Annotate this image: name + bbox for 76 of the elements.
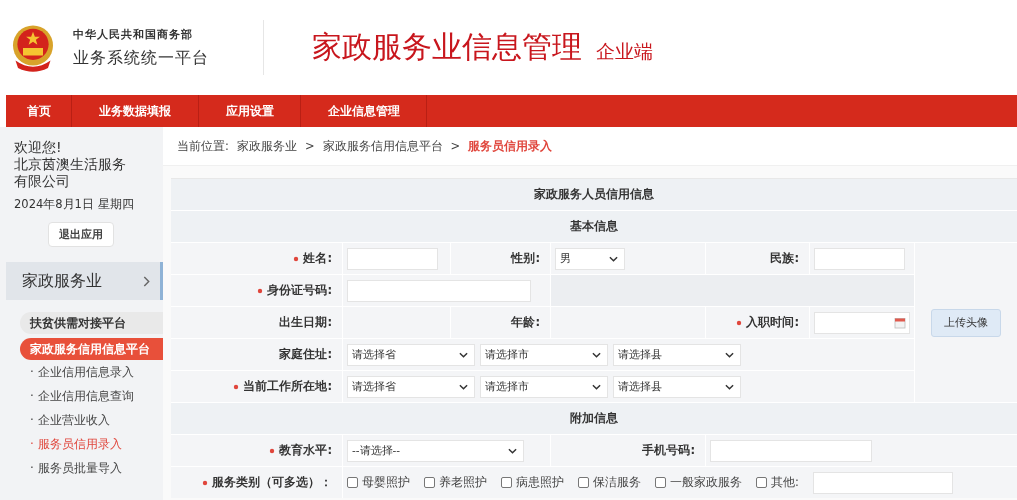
breadcrumb-label: 当前位置:	[177, 138, 229, 154]
service-checkbox[interactable]: 养老照护	[424, 475, 487, 490]
platform-name: 业务系统统一平台	[73, 47, 209, 69]
region-select[interactable]: 请选择省	[347, 375, 475, 398]
field-label: 服务类别（可多选）：	[212, 475, 332, 490]
other-input[interactable]	[812, 471, 953, 494]
chevron-down-icon	[609, 255, 618, 262]
chevron-down-icon	[459, 351, 468, 358]
region-select[interactable]: 请选择县	[613, 343, 741, 366]
region-select[interactable]: 请选择县	[613, 375, 741, 398]
region-select[interactable]: 请选择市	[480, 343, 608, 366]
field-label: 身份证号码:	[267, 283, 332, 298]
nav-item[interactable]: 企业信息管理	[301, 95, 427, 127]
gender-select[interactable]: 男	[555, 247, 625, 270]
field-label: 家庭住址:	[279, 347, 332, 362]
region-select[interactable]: 请选择省	[347, 343, 475, 366]
field-label: 年龄:	[511, 315, 540, 330]
breadcrumb-link[interactable]: 家政服务信用信息平台	[322, 138, 443, 154]
checkbox[interactable]	[578, 477, 589, 488]
region-select[interactable]: 请选择市	[480, 375, 608, 398]
chevron-down-icon	[725, 383, 734, 390]
nav-item[interactable]: 应用设置	[199, 95, 301, 127]
checkbox[interactable]	[424, 477, 435, 488]
sidebar-link[interactable]: · 企业信用信息查询	[30, 384, 163, 408]
welcome-text: 欢迎您!	[13, 139, 63, 156]
sidebar-link[interactable]: · 服务员信用录入	[30, 432, 163, 456]
breadcrumb-separator: >	[450, 139, 461, 153]
phone-input[interactable]	[710, 439, 872, 462]
sidebar-group[interactable]: 家政服务信用信息平台	[20, 338, 163, 360]
other-checkbox[interactable]: 其他:	[756, 475, 799, 490]
education-select[interactable]: --请选择--	[347, 439, 524, 462]
sidebar-group[interactable]: 扶贫供需对接平台	[20, 312, 163, 334]
calendar-icon	[894, 316, 906, 329]
field-label: 手机号码:	[642, 443, 695, 458]
field-label: 出生日期:	[279, 315, 332, 330]
field-label: 入职时间:	[746, 315, 799, 330]
breadcrumb-current: 服务员信用录入	[468, 138, 553, 154]
checkbox[interactable]	[347, 477, 358, 488]
logout-button[interactable]: 退出应用	[48, 222, 114, 247]
id-number-input[interactable]	[347, 279, 531, 302]
breadcrumb-separator: >	[304, 139, 315, 153]
service-checkbox[interactable]: 母婴照护	[347, 475, 410, 490]
field-label: 民族:	[770, 251, 799, 266]
field-label: 姓名:	[303, 251, 332, 266]
field-label: 当前工作所在地:	[243, 379, 332, 394]
sidebar-link[interactable]: · 企业营业收入	[30, 408, 163, 432]
upload-avatar-button[interactable]: 上传头像	[931, 308, 1001, 337]
section-heading: 基本信息	[171, 211, 1017, 242]
date-text: 2024年8月1日 星期四	[13, 197, 135, 212]
org-name: 中华人民共和国商务部	[73, 26, 194, 42]
system-title: 家政服务业信息管理	[312, 28, 582, 66]
name-input[interactable]	[347, 247, 438, 270]
company-name: 北京茵澳生活服务有限公司	[13, 156, 127, 190]
service-checkbox[interactable]: 保洁服务	[578, 475, 641, 490]
ethnicity-input[interactable]	[814, 247, 905, 270]
field-label: 教育水平:	[279, 443, 332, 458]
chevron-down-icon	[459, 383, 468, 390]
chevron-down-icon	[725, 351, 734, 358]
breadcrumb-link[interactable]: 家政服务业	[236, 138, 297, 154]
sidebar-section[interactable]: 家政服务业	[6, 262, 163, 300]
sidebar-link[interactable]: · 服务员批量导入	[30, 456, 163, 480]
checkbox[interactable]	[501, 477, 512, 488]
service-checkbox[interactable]: 病患照护	[501, 475, 564, 490]
form-title: 家政服务人员信用信息	[171, 179, 1017, 210]
checkbox[interactable]	[756, 477, 767, 488]
sidebar-link[interactable]: · 企业信用信息录入	[30, 360, 163, 384]
checkbox[interactable]	[655, 477, 666, 488]
section-heading: 附加信息	[171, 403, 1017, 434]
system-subtitle: 企业端	[596, 38, 653, 64]
field-label: 性别:	[511, 251, 540, 266]
chevron-down-icon	[508, 447, 517, 454]
service-checkbox[interactable]: 一般家政服务	[655, 475, 742, 490]
section-label: 家政服务业	[22, 270, 102, 292]
chevron-down-icon	[592, 383, 601, 390]
chevron-down-icon	[592, 351, 601, 358]
chevron-right-icon	[143, 275, 150, 287]
